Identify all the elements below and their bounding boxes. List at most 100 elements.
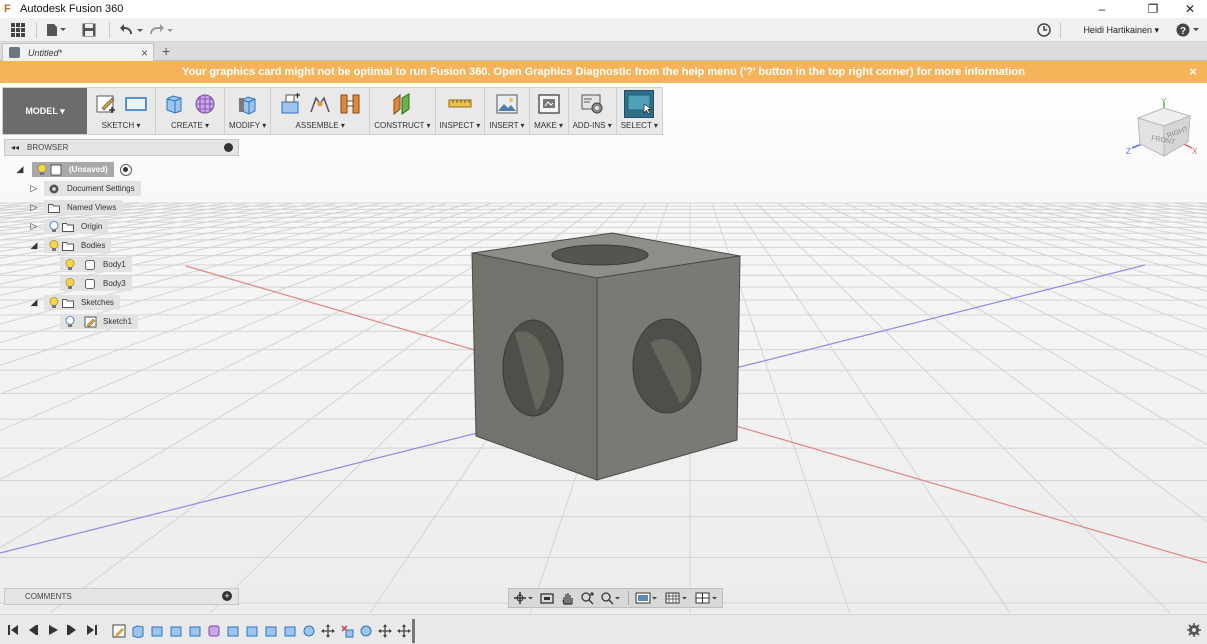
cube-body[interactable] <box>471 232 741 481</box>
expand-toggle[interactable]: ◢ <box>28 297 40 308</box>
dismiss-banner-button[interactable]: × <box>1189 64 1197 79</box>
construct-menu-label[interactable]: CONSTRUCT ▾ <box>374 120 430 132</box>
grid-settings-icon[interactable] <box>662 589 692 607</box>
minimize-button[interactable]: – <box>1087 0 1117 18</box>
browser-node-sketch1[interactable]: Sketch1 <box>60 314 138 329</box>
zoom-icon[interactable] <box>577 589 597 607</box>
save-icon[interactable] <box>75 20 103 40</box>
browser-node-named-views[interactable]: ▷ Named Views <box>28 200 123 215</box>
timeline-feature-move[interactable] <box>378 624 392 638</box>
timeline-feature-sketch[interactable] <box>112 624 126 638</box>
display-settings-icon[interactable] <box>632 589 662 607</box>
close-tab-button[interactable]: × <box>141 46 148 60</box>
new-component-icon[interactable] <box>278 92 302 116</box>
new-tab-button[interactable]: + <box>162 43 170 59</box>
previous-icon[interactable] <box>26 623 40 637</box>
timeline-feature-box[interactable] <box>169 624 183 638</box>
inspect-group[interactable]: INSPECT ▾ <box>436 88 486 134</box>
timeline-feature-move[interactable] <box>321 624 335 638</box>
add-comment-button[interactable]: + <box>222 591 232 601</box>
redo-icon[interactable] <box>146 20 176 40</box>
insert-image-icon[interactable] <box>495 92 519 116</box>
visibility-bulb-icon[interactable] <box>35 163 49 176</box>
visibility-bulb-icon[interactable] <box>47 239 61 252</box>
construct-group[interactable]: CONSTRUCT ▾ <box>370 88 436 134</box>
scripts-addins-icon[interactable] <box>580 92 604 116</box>
help-button[interactable]: ? <box>1173 20 1203 40</box>
viewcube[interactable]: FRONT RIGHT Y X Z <box>1124 96 1204 162</box>
timeline-feature-box[interactable] <box>188 624 202 638</box>
browser-node-bodies[interactable]: ◢ Bodies <box>28 238 112 253</box>
timeline-feature-box[interactable] <box>226 624 240 638</box>
model-scene[interactable] <box>0 83 1207 613</box>
offset-plane-icon[interactable] <box>390 92 414 116</box>
3d-print-icon[interactable] <box>537 92 561 116</box>
gear-icon[interactable] <box>1187 623 1201 637</box>
workspace-switcher[interactable]: MODEL ▾ <box>3 88 87 134</box>
modify-group[interactable]: MODIFY ▾ <box>225 88 272 134</box>
browser-node-origin[interactable]: ▷ Origin <box>28 219 109 234</box>
insert-group[interactable]: INSERT ▾ <box>485 88 530 134</box>
timeline-feature-hole[interactable] <box>359 624 373 638</box>
inspect-menu-label[interactable]: INSPECT ▾ <box>440 120 481 132</box>
select-group[interactable]: SELECT ▾ <box>617 88 662 134</box>
timeline-feature-box[interactable] <box>150 624 164 638</box>
first-icon[interactable] <box>6 623 20 637</box>
viewports-icon[interactable] <box>692 589 722 607</box>
close-window-button[interactable]: ✕ <box>1175 0 1205 18</box>
sketch-group[interactable]: SKETCH ▾ <box>87 88 156 134</box>
visibility-bulb-icon[interactable] <box>47 296 61 309</box>
create-sketch-icon[interactable] <box>94 92 118 116</box>
visibility-bulb-icon[interactable] <box>63 315 77 328</box>
timeline-feature-move[interactable] <box>397 624 411 638</box>
make-menu-label[interactable]: MAKE ▾ <box>534 120 563 132</box>
undo-icon[interactable] <box>116 20 146 40</box>
last-icon[interactable] <box>85 623 99 637</box>
expand-toggle[interactable]: ▷ <box>28 183 40 194</box>
timeline-marker[interactable] <box>412 619 415 643</box>
joint-icon[interactable] <box>308 92 332 116</box>
expand-toggle[interactable]: ▷ <box>28 202 40 213</box>
visibility-bulb-icon[interactable] <box>47 220 61 233</box>
timeline-feature-extrude[interactable] <box>131 624 145 638</box>
timeline-feature-box[interactable] <box>283 624 297 638</box>
expand-toggle[interactable]: ▷ <box>28 221 40 232</box>
browser-node-sketches[interactable]: ◢ Sketches <box>28 295 120 310</box>
restore-button[interactable]: ❐ <box>1138 0 1168 18</box>
timeline-track[interactable] <box>112 623 416 639</box>
make-group[interactable]: MAKE ▾ <box>530 88 569 134</box>
job-status-icon[interactable] <box>1034 20 1054 40</box>
sphere-form-icon[interactable] <box>193 92 217 116</box>
timeline-feature-hole[interactable] <box>302 624 316 638</box>
fit-icon[interactable] <box>597 589 625 607</box>
addins-group[interactable]: ADD-INS ▾ <box>569 88 617 134</box>
timeline-feature-delete[interactable] <box>340 624 354 638</box>
as-built-joint-icon[interactable] <box>338 92 362 116</box>
pan-icon[interactable] <box>557 589 577 607</box>
visibility-bulb-icon[interactable] <box>63 277 77 290</box>
browser-panel-header[interactable]: ◂◂ BROWSER <box>4 139 239 156</box>
browser-root-node[interactable]: ◢ (Unsaved) <box>14 162 132 177</box>
select-menu-label[interactable]: SELECT ▾ <box>621 120 658 132</box>
expand-toggle[interactable]: ◢ <box>28 240 40 251</box>
collapse-browser-icon[interactable]: ◂◂ <box>11 143 19 152</box>
extrude-box-icon[interactable] <box>163 92 187 116</box>
create-menu-label[interactable]: CREATE ▾ <box>171 120 209 132</box>
rectangle-icon[interactable] <box>124 92 148 116</box>
addins-menu-label[interactable]: ADD-INS ▾ <box>573 120 612 132</box>
timeline-feature-box[interactable] <box>245 624 259 638</box>
press-pull-icon[interactable] <box>236 92 260 116</box>
browser-node-body1[interactable]: Body1 <box>60 257 132 272</box>
browser-node-document-settings[interactable]: ▷ Document Settings <box>28 181 141 196</box>
modify-menu-label[interactable]: MODIFY ▾ <box>229 120 266 132</box>
file-icon[interactable] <box>43 20 69 40</box>
user-account-menu[interactable]: Heidi Hartikainen ▾ <box>1083 25 1159 36</box>
play-icon[interactable] <box>46 623 60 637</box>
timeline-feature-box[interactable] <box>264 624 278 638</box>
comments-panel-header[interactable]: COMMENTS + <box>4 588 239 605</box>
measure-icon[interactable] <box>448 92 472 116</box>
orbit-icon[interactable] <box>509 589 537 607</box>
assemble-menu-label[interactable]: ASSEMBLE ▾ <box>296 120 345 132</box>
look-at-icon[interactable] <box>537 589 557 607</box>
create-group[interactable]: CREATE ▾ <box>156 88 225 134</box>
